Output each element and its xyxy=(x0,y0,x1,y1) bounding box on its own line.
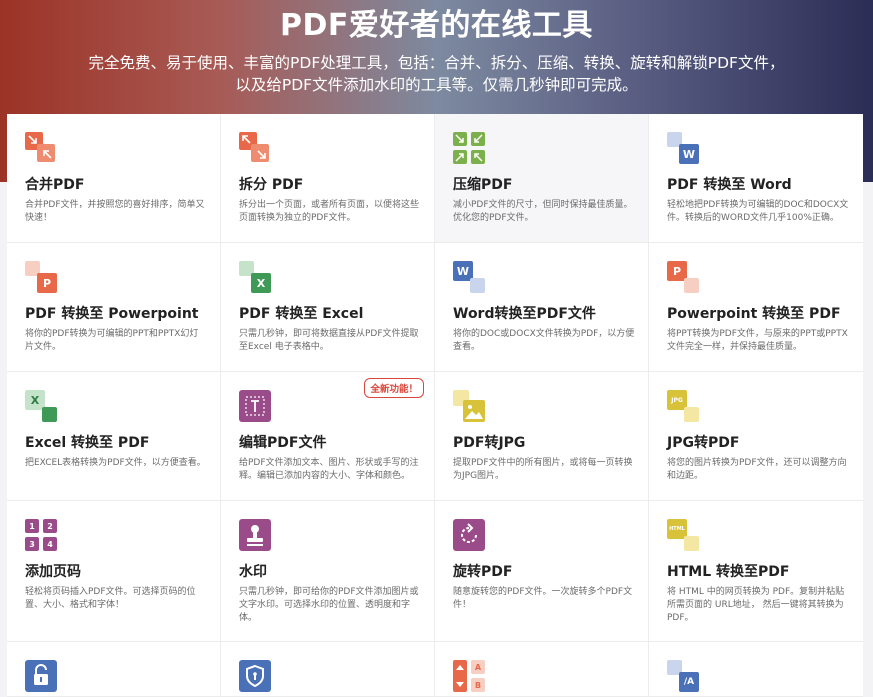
word-to-pdf-icon: W xyxy=(453,261,485,293)
hero-subtitle: 完全免费、易于使用、丰富的PDF处理工具，包括：合并、拆分、压缩、转换、旋转和解… xyxy=(88,54,785,94)
tool-card-page-numbers[interactable]: 1 2 3 4 添加页码 轻松将页码插入PDF文件。可选择页码的位置、大小、格式… xyxy=(7,501,221,642)
pdf-to-jpg-icon xyxy=(453,390,485,422)
tool-title: 编辑PDF文件 xyxy=(239,435,327,451)
tool-card-pdf-to-jpg[interactable]: PDF转JPG 提取PDF文件中的所有图片，或将每一页转换为JPG图片。 xyxy=(435,372,649,501)
tool-desc: 把EXCEL表格转换为PDF文件，以方便查看。 xyxy=(25,458,206,468)
tool-grid: 合并PDF 合并PDF文件，并按照您的喜好排序，简单又快速！ 拆分 PDF 拆分… xyxy=(7,114,863,697)
tool-desc: 给PDF文件添加文本、图片、形状或手写的注释。编辑已添加内容的大小、字体和颜色。 xyxy=(239,458,419,481)
split-icon xyxy=(239,132,271,164)
tool-title: Powerpoint 转换至 PDF xyxy=(667,306,841,322)
tool-card-split[interactable]: 拆分 PDF 拆分出一个页面，或者所有页面，以便将这些页面转换为独立的PDF文件… xyxy=(221,114,435,243)
tool-card-pdf-to-ppt[interactable]: P PDF 转换至 Powerpoint 将你的PDF转换为可编辑的PPT和PP… xyxy=(7,243,221,372)
jpg-to-pdf-icon: JPG xyxy=(667,390,699,422)
pdf-to-ppt-icon: P xyxy=(25,261,57,293)
new-feature-badge: 全新功能！ xyxy=(364,378,424,398)
tool-card-watermark[interactable]: 水印 只需几秒钟，即可给你的PDF文件添加图片或文字水印。可选择水印的位置、透明… xyxy=(221,501,435,642)
hero-title: PDF爱好者的在线工具 xyxy=(280,8,593,43)
tool-desc: 只需几秒钟，即可给你的PDF文件添加图片或文字水印。可选择水印的位置、透明度和字… xyxy=(239,587,419,623)
compress-icon xyxy=(453,132,485,164)
tool-card-html-to-pdf[interactable]: HTML HTML 转换至PDF 将 HTML 中的网页转换为 PDF。复制并粘… xyxy=(649,501,863,642)
tool-title: JPG转PDF xyxy=(667,435,740,451)
tool-desc: 随意旋转您的PDF文件。一次旋转多个PDF文件！ xyxy=(453,587,633,610)
excel-to-pdf-icon: X xyxy=(25,390,57,422)
tool-desc: 拆分出一个页面，或者所有页面，以便将这些页面转换为独立的PDF文件。 xyxy=(239,200,420,223)
pdf-to-word-icon: W xyxy=(667,132,699,164)
tool-title: 压缩PDF xyxy=(453,177,513,193)
tool-desc: 轻松地把PDF转换为可编辑的DOC和DOCX文件。转换后的WORD文件几乎100… xyxy=(667,200,849,223)
tool-desc: 只需几秒钟，即可将数据直接从PDF文件提取至Excel 电子表格中。 xyxy=(239,329,419,352)
tool-card-word-to-pdf[interactable]: W Word转换至PDF文件 将你的DOC或DOCX文件转换为PDF，以方便查看… xyxy=(435,243,649,372)
tool-title: PDF 转换至 Excel xyxy=(239,306,364,322)
tool-card-compress[interactable]: 压缩PDF 减小PDF文件的尺寸，但同时保持最佳质量。优化您的PDF文件。 xyxy=(435,114,649,243)
tool-title: 添加页码 xyxy=(25,564,81,580)
merge-icon xyxy=(25,132,57,164)
page-numbers-icon: 1 2 3 4 xyxy=(25,519,57,551)
tool-title: 旋转PDF xyxy=(453,564,513,580)
tool-title: HTML 转换至PDF xyxy=(667,564,790,580)
tool-desc: 轻松将页码插入PDF文件。可选择页码的位置、大小、格式和字体！ xyxy=(25,587,196,610)
tool-card-ocr[interactable]: /A xyxy=(649,642,863,697)
tool-title: 合并PDF xyxy=(25,177,85,193)
pdf-to-excel-icon: X xyxy=(239,261,271,293)
tool-card-protect[interactable] xyxy=(221,642,435,697)
ppt-to-pdf-icon: P xyxy=(667,261,699,293)
tool-card-pdf-to-excel[interactable]: X PDF 转换至 Excel 只需几秒钟，即可将数据直接从PDF文件提取至Ex… xyxy=(221,243,435,372)
tool-desc: 将你的DOC或DOCX文件转换为PDF，以方便查看。 xyxy=(453,329,635,352)
tool-card-rotate[interactable]: 旋转PDF 随意旋转您的PDF文件。一次旋转多个PDF文件！ xyxy=(435,501,649,642)
tool-card-excel-to-pdf[interactable]: X Excel 转换至 PDF 把EXCEL表格转换为PDF文件，以方便查看。 xyxy=(7,372,221,501)
edit-pdf-icon xyxy=(239,390,271,422)
tool-card-jpg-to-pdf[interactable]: JPG JPG转PDF 将您的图片转换为PDF文件，还可以调整方向和边距。 xyxy=(649,372,863,501)
tool-card-unlock[interactable] xyxy=(7,642,221,697)
ocr-icon: /A xyxy=(667,660,699,692)
tool-desc: 将PPT转换为PDF文件，与原来的PPT或PPTX文件完全一样，并保持最佳质量。 xyxy=(667,329,848,352)
tool-title: PDF 转换至 Powerpoint xyxy=(25,306,199,322)
tool-desc: 合并PDF文件，并按照您的喜好排序，简单又快速！ xyxy=(25,200,205,223)
tool-title: Word转换至PDF文件 xyxy=(453,306,596,322)
unlock-icon xyxy=(25,660,57,692)
tool-title: Excel 转换至 PDF xyxy=(25,435,150,451)
rotate-icon xyxy=(453,519,485,551)
tool-title: PDF转JPG xyxy=(453,435,526,451)
tool-title: PDF 转换至 Word xyxy=(667,177,792,193)
tool-desc: 提取PDF文件中的所有图片，或将每一页转换为JPG图片。 xyxy=(453,458,633,481)
tool-desc: 将您的图片转换为PDF文件，还可以调整方向和边距。 xyxy=(667,458,847,481)
tool-card-pdf-to-word[interactable]: W PDF 转换至 Word 轻松地把PDF转换为可编辑的DOC和DOCX文件。… xyxy=(649,114,863,243)
tool-desc: 将你的PDF转换为可编辑的PPT和PPTX幻灯片文件。 xyxy=(25,329,199,352)
organize-icon: A B xyxy=(453,660,485,692)
watermark-icon xyxy=(239,519,271,551)
tool-card-ppt-to-pdf[interactable]: P Powerpoint 转换至 PDF 将PPT转换为PDF文件，与原来的PP… xyxy=(649,243,863,372)
tool-card-organize[interactable]: A B xyxy=(435,642,649,697)
tool-title: 拆分 PDF xyxy=(239,177,304,193)
tool-desc: 将 HTML 中的网页转换为 PDF。复制并粘贴所需页面的 URL地址， 然后一… xyxy=(667,587,845,623)
tool-card-edit-pdf[interactable]: 全新功能！ 编辑PDF文件 给PDF文件添加文本、图片、形状或手写的注释。编辑已… xyxy=(221,372,435,501)
html-to-pdf-icon: HTML xyxy=(667,519,699,551)
tool-title: 水印 xyxy=(239,564,267,580)
protect-icon xyxy=(239,660,271,692)
tool-card-merge[interactable]: 合并PDF 合并PDF文件，并按照您的喜好排序，简单又快速！ xyxy=(7,114,221,243)
tool-desc: 减小PDF文件的尺寸，但同时保持最佳质量。优化您的PDF文件。 xyxy=(453,200,633,223)
